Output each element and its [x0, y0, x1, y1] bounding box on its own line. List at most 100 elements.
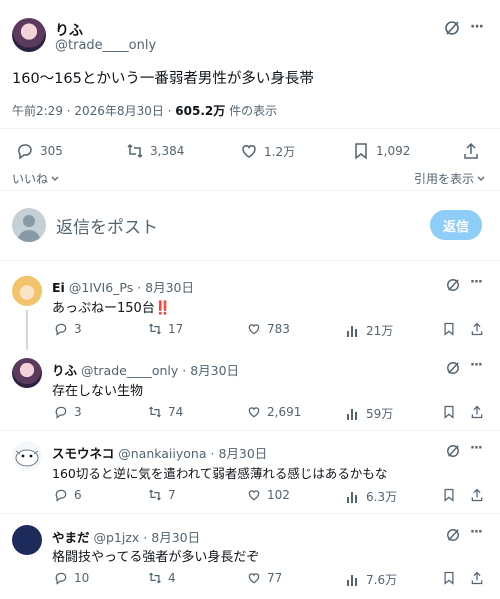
avatar-reply-1[interactable]	[12, 276, 42, 306]
separator: ·	[178, 363, 191, 378]
bookmark-icon[interactable]	[442, 488, 456, 502]
reply-text: 存在しない生物	[52, 384, 144, 399]
reply-text: 格闘技やってる強者が多い身長だぞ	[52, 550, 260, 565]
post-time[interactable]: 午前2:29 · 2026年8月30日 ·	[12, 104, 175, 118]
reply-date[interactable]: 8月30日	[151, 530, 200, 545]
repost-button[interactable]: 4	[148, 571, 176, 585]
grok-icon[interactable]	[446, 361, 460, 375]
share-icon[interactable]	[470, 322, 484, 336]
reply-text: 160切ると逆に気を遣われて弱者感薄れる感じはあるかもな	[52, 466, 388, 481]
main-like-button[interactable]: 1.2万	[240, 142, 295, 160]
grok-icon[interactable]	[444, 20, 460, 36]
reply-handle[interactable]: @p1jzx	[94, 530, 140, 545]
like-button[interactable]: 2,691	[247, 405, 301, 419]
reply-submit-button[interactable]: 返信	[430, 210, 482, 240]
grok-icon[interactable]	[446, 444, 460, 458]
reply-icon	[16, 142, 34, 160]
repost-count: 74	[168, 405, 184, 419]
main-post-text: 160～165とかいう一番弱者男性が多い身長帯	[12, 71, 314, 87]
separator: ·	[206, 446, 219, 461]
main-repost-count: 3,384	[150, 144, 185, 158]
like-button[interactable]: 77	[247, 571, 282, 585]
user-avatar-placeholder	[12, 208, 46, 242]
heart-icon	[247, 405, 261, 419]
reply-display-name[interactable]: スモウネコ	[52, 446, 114, 461]
share-icon[interactable]	[470, 488, 484, 502]
avatar-reply-4[interactable]	[12, 525, 42, 555]
grok-icon[interactable]	[446, 278, 460, 292]
repost-button[interactable]: 17	[148, 322, 183, 336]
reply-text: あっぷねー150台‼️	[52, 297, 171, 316]
heart-icon	[240, 142, 258, 160]
like-dropdown[interactable]: いいね	[12, 170, 60, 187]
avatar-main[interactable]	[12, 18, 46, 52]
main-like-count: 1.2万	[264, 144, 296, 159]
reply-display-name[interactable]: りふ	[52, 363, 77, 378]
more-options-icon[interactable]: ···	[470, 275, 483, 290]
repost-icon	[148, 322, 162, 336]
heart-icon	[247, 488, 261, 502]
reply-header: Ei @1IVI6_Ps · 8月30日	[52, 277, 194, 296]
reply-count: 3	[74, 405, 82, 419]
reply-count: 3	[74, 322, 82, 336]
reply-button[interactable]: 6	[54, 488, 82, 502]
reply-header: やまだ @p1jzx · 8月30日	[52, 527, 200, 546]
reply-display-name[interactable]: Ei	[52, 280, 65, 295]
bookmark-icon	[352, 142, 370, 160]
main-bookmark-button[interactable]: 1,092	[352, 142, 410, 160]
reply-icon	[54, 571, 68, 585]
divider	[0, 190, 500, 191]
share-icon[interactable]	[470, 405, 484, 419]
like-dropdown-label: いいね	[12, 172, 49, 186]
bookmark-icon[interactable]	[442, 322, 456, 336]
reply-date[interactable]: 8月30日	[145, 280, 194, 295]
more-options-icon[interactable]: ···	[470, 358, 483, 373]
separator: ·	[133, 280, 146, 295]
main-repost-button[interactable]: 3,384	[126, 142, 184, 160]
repost-button[interactable]: 74	[148, 405, 183, 419]
reply-icon	[54, 322, 68, 336]
like-button[interactable]: 783	[247, 322, 290, 336]
reply-button[interactable]: 3	[54, 322, 82, 336]
more-options-icon[interactable]: ···	[470, 441, 483, 456]
main-display-name[interactable]: りふ	[55, 20, 83, 40]
more-options-icon[interactable]: ···	[470, 19, 484, 35]
reply-button[interactable]: 10	[54, 571, 89, 585]
views-count: 7.6万	[366, 573, 398, 587]
reply-date[interactable]: 8月30日	[218, 446, 267, 461]
separator: ·	[139, 530, 152, 545]
repost-button[interactable]: 7	[148, 488, 176, 502]
reply-display-name[interactable]: やまだ	[52, 530, 90, 545]
more-options-icon[interactable]: ···	[470, 525, 483, 540]
reply-icon	[54, 488, 68, 502]
bookmark-icon[interactable]	[442, 571, 456, 585]
reply-button[interactable]: 3	[54, 405, 82, 419]
reply-icon	[54, 405, 68, 419]
post-meta: 午前2:29 · 2026年8月30日 · 605.2万 件の表示	[12, 102, 277, 119]
share-icon[interactable]	[470, 571, 484, 585]
reply-input[interactable]: 返信をポスト	[56, 213, 158, 238]
chevron-down-icon	[50, 174, 60, 184]
avatar-reply-3[interactable]	[12, 441, 42, 471]
like-button[interactable]: 102	[247, 488, 290, 502]
avatar-reply-2[interactable]	[12, 358, 42, 388]
reply-handle[interactable]: @nankaiiyona	[118, 446, 206, 461]
bookmark-icon[interactable]	[442, 405, 456, 419]
views-button[interactable]: 7.6万	[346, 571, 397, 588]
reply-handle[interactable]: @1IVI6_Ps	[69, 280, 133, 295]
views-button[interactable]: 6.3万	[346, 488, 397, 505]
share-icon[interactable]	[462, 142, 480, 160]
views-label: 件の表示	[225, 104, 278, 118]
main-reply-button[interactable]: 305	[16, 142, 63, 160]
quote-dropdown[interactable]: 引用を表示	[414, 170, 486, 187]
grok-icon[interactable]	[446, 528, 460, 542]
divider	[0, 128, 500, 129]
views-button[interactable]: 59万	[346, 405, 393, 422]
reply-handle[interactable]: @trade____only	[81, 363, 178, 378]
chevron-down-icon	[476, 174, 486, 184]
reply-header: りふ @trade____only · 8月30日	[52, 360, 239, 379]
views-button[interactable]: 21万	[346, 322, 393, 339]
reply-date[interactable]: 8月30日	[190, 363, 239, 378]
views-count: 59万	[366, 407, 394, 421]
main-handle[interactable]: @trade____only	[55, 38, 156, 53]
